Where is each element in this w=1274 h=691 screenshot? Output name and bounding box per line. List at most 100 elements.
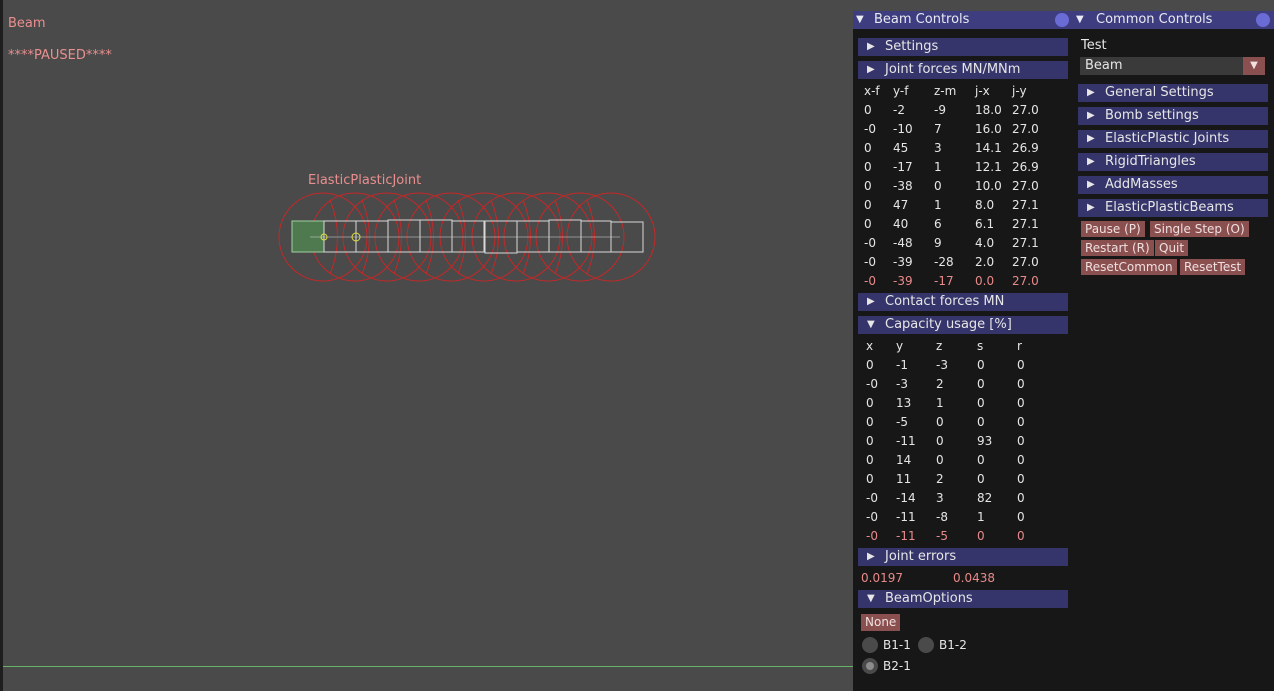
joint-forces-header[interactable]: ▶ Joint forces MN/MNm xyxy=(858,61,1068,79)
control-button[interactable]: ResetTest xyxy=(1180,259,1246,275)
joint-forces-cell: -0 xyxy=(864,236,876,250)
capacity-cell: 0 xyxy=(977,396,985,410)
capacity-cell: 0 xyxy=(977,453,985,467)
joint-forces-cell: -38 xyxy=(893,179,913,193)
joint-errors-label: Joint errors xyxy=(885,549,957,564)
joint-forces-cell: 0.0 xyxy=(975,274,995,288)
control-button[interactable]: Single Step (O) xyxy=(1150,221,1249,237)
section-label: General Settings xyxy=(1105,85,1214,100)
joint-forces-label: Joint forces MN/MNm xyxy=(885,62,1021,77)
joint-forces-cell: 45 xyxy=(893,141,909,155)
joint-forces-cell: 27.1 xyxy=(1012,198,1039,212)
capacity-cell: -14 xyxy=(896,491,916,505)
capacity-cell: 0 xyxy=(866,453,874,467)
triangle-right-icon: ▶ xyxy=(1087,179,1095,190)
joint-forces-cell: -2 xyxy=(893,103,905,117)
capacity-cell: -0 xyxy=(866,377,878,391)
capacity-column-header: z xyxy=(936,339,943,353)
radio-label-b1-1: B1-1 xyxy=(883,638,911,652)
capacity-cell: -3 xyxy=(896,377,908,391)
capacity-cell: 93 xyxy=(977,434,993,448)
beam-anchor xyxy=(291,220,325,253)
contact-forces-header[interactable]: ▶ Contact forces MN xyxy=(858,293,1068,311)
none-button[interactable]: None xyxy=(861,614,901,631)
capacity-column-header: y xyxy=(896,339,904,353)
common-controls-titlebar[interactable]: ▼ Common Controls xyxy=(1073,11,1274,29)
capacity-cell: -0 xyxy=(866,491,878,505)
radio-label-b2-1: B2-1 xyxy=(883,659,911,673)
section-header[interactable]: ▶ RigidTriangles xyxy=(1078,153,1268,171)
joint-forces-cell: -17 xyxy=(934,274,954,288)
control-button[interactable]: Quit xyxy=(1155,240,1189,256)
close-icon[interactable] xyxy=(1256,13,1270,27)
joint-forces-cell: 1 xyxy=(934,160,942,174)
chevron-down-icon[interactable]: ▼ xyxy=(1243,57,1265,75)
capacity-cell: 1 xyxy=(977,510,985,524)
joint-forces-cell: -0 xyxy=(864,274,876,288)
joint-forces-cell: 6 xyxy=(934,217,942,231)
radio-b2-1[interactable] xyxy=(862,658,878,674)
joint-forces-cell: 14.1 xyxy=(975,141,1002,155)
joint-forces-cell: 2.0 xyxy=(975,255,995,269)
capacity-cell: 0 xyxy=(866,415,874,429)
capacity-column-header: r xyxy=(1017,339,1022,353)
test-select-value: Beam xyxy=(1085,58,1123,73)
radio-b1-1[interactable] xyxy=(862,637,878,653)
joint-forces-cell: 0 xyxy=(864,103,872,117)
triangle-right-icon: ▶ xyxy=(1087,133,1095,144)
beam-options-header[interactable]: ▼ BeamOptions xyxy=(858,590,1068,608)
capacity-usage-header[interactable]: ▼ Capacity usage [%] xyxy=(858,316,1068,334)
capacity-column-header: x xyxy=(866,339,874,353)
settings-header[interactable]: ▶ Settings xyxy=(858,38,1068,56)
beam-options-label: BeamOptions xyxy=(885,591,973,606)
joint-forces-cell: -39 xyxy=(893,274,913,288)
joint-forces-cell: 16.0 xyxy=(975,122,1002,136)
capacity-column-header: s xyxy=(977,339,984,353)
capacity-cell: 0 xyxy=(977,377,985,391)
triangle-down-icon[interactable]: ▼ xyxy=(856,11,864,29)
control-button[interactable]: ResetCommon xyxy=(1081,259,1177,275)
joint-forces-column-header: z-m xyxy=(934,84,957,98)
joint-errors-header[interactable]: ▶ Joint errors xyxy=(858,548,1068,566)
triangle-down-icon[interactable]: ▼ xyxy=(1076,11,1084,29)
capacity-cell: 0 xyxy=(1017,510,1025,524)
triangle-right-icon: ▶ xyxy=(1087,156,1095,167)
section-header[interactable]: ▶ AddMasses xyxy=(1078,176,1268,194)
radio-b1-2[interactable] xyxy=(918,637,934,653)
joint-forces-cell: 12.1 xyxy=(975,160,1002,174)
joint-forces-cell: 9 xyxy=(934,236,942,250)
joint-forces-cell: 27.0 xyxy=(1012,274,1039,288)
section-header[interactable]: ▶ ElasticPlastic Joints xyxy=(1078,130,1268,148)
capacity-cell: 13 xyxy=(896,396,912,410)
beam-controls-titlebar[interactable]: ▼ Beam Controls xyxy=(853,11,1073,29)
capacity-cell: 0 xyxy=(977,529,985,543)
control-button[interactable]: Pause (P) xyxy=(1081,221,1145,237)
capacity-cell: -11 xyxy=(896,510,916,524)
joint-forces-cell: 27.0 xyxy=(1012,179,1039,193)
joint-forces-cell: -28 xyxy=(934,255,954,269)
radio-label-b1-2: B1-2 xyxy=(939,638,967,652)
joint-forces-cell: 8.0 xyxy=(975,198,995,212)
control-button[interactable]: Restart (R) xyxy=(1081,240,1154,256)
section-label: ElasticPlasticBeams xyxy=(1105,200,1234,215)
capacity-cell: 0 xyxy=(977,358,985,372)
section-header[interactable]: ▶ Bomb settings xyxy=(1078,107,1268,125)
close-icon[interactable] xyxy=(1055,13,1069,27)
capacity-cell: -0 xyxy=(866,510,878,524)
capacity-cell: 0 xyxy=(1017,415,1025,429)
section-header[interactable]: ▶ General Settings xyxy=(1078,84,1268,102)
capacity-cell: 0 xyxy=(936,434,944,448)
joint-forces-cell: 40 xyxy=(893,217,909,231)
section-label: ElasticPlastic Joints xyxy=(1105,131,1230,146)
capacity-cell: 0 xyxy=(1017,453,1025,467)
capacity-cell: 0 xyxy=(1017,434,1025,448)
test-select[interactable]: Beam ▼ xyxy=(1080,57,1265,75)
beam-segment xyxy=(387,219,421,253)
joint-forces-cell: 27.0 xyxy=(1012,122,1039,136)
section-label: AddMasses xyxy=(1105,177,1178,192)
section-header[interactable]: ▶ ElasticPlasticBeams xyxy=(1078,199,1268,217)
capacity-cell: 0 xyxy=(866,396,874,410)
triangle-down-icon: ▼ xyxy=(867,593,875,604)
capacity-cell: -0 xyxy=(866,529,878,543)
section-label: RigidTriangles xyxy=(1105,154,1196,169)
